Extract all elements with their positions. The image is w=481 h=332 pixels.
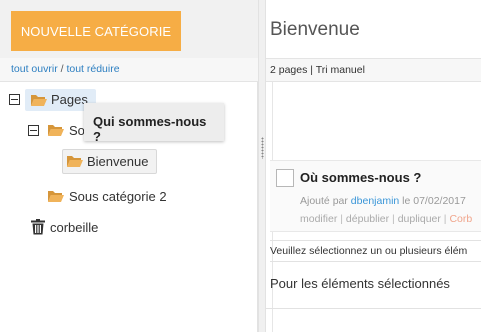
tree-node-corbeille-label[interactable]: corbeille — [50, 220, 98, 235]
tree-node-bienvenue-label: Bienvenue — [87, 154, 149, 169]
item-meta-date: le 07/02/2017 — [399, 195, 466, 207]
selection-message: Veuillez sélectionnez un ou plusieurs él… — [270, 240, 481, 262]
duplicate-action[interactable]: dupliquer — [398, 213, 441, 225]
divider — [266, 308, 481, 309]
item-title[interactable]: Où sommes-nous ? — [300, 170, 421, 185]
trash-icon — [31, 219, 45, 235]
item-checkbox[interactable] — [276, 169, 294, 187]
page-count-bar: 2 pages | Tri manuel — [266, 58, 481, 82]
splitter-grip[interactable] — [261, 137, 264, 159]
item-meta: Ajouté par dbenjamin le 07/02/2017 — [300, 195, 466, 207]
tree-panel-header: NOUVELLE CATÉGORIE — [0, 0, 258, 58]
node-tooltip: Qui sommes-nous ? — [84, 103, 224, 144]
item-actions: modifier | dépublier | dupliquer | Corb — [300, 213, 472, 225]
category-tree-panel: NOUVELLE CATÉGORIE tout ouvrir / tout ré… — [0, 0, 258, 332]
item-author-link[interactable]: dbenjamin — [351, 195, 399, 207]
list-item: Où sommes-nous ? Ajouté par dbenjamin le… — [270, 160, 481, 232]
page-title: Bienvenue — [270, 19, 360, 40]
action-separator: | — [389, 213, 398, 225]
action-separator: | — [337, 213, 346, 225]
open-folder-icon — [48, 191, 64, 202]
content-panel: Bienvenue 2 pages | Tri manuel Où sommes… — [266, 0, 481, 332]
tree-node-bienvenue[interactable]: Bienvenue — [62, 149, 157, 174]
edit-action[interactable]: modifier — [300, 213, 337, 225]
unpublish-action[interactable]: dépublier — [346, 213, 389, 225]
panel-splitter[interactable] — [258, 0, 266, 332]
open-folder-icon — [31, 95, 47, 106]
item-meta-prefix: Ajouté par — [300, 195, 351, 207]
open-folder-icon — [48, 125, 64, 136]
tree-node-sous-categorie-2-label[interactable]: Sous catégorie 2 — [69, 189, 167, 204]
collapse-toggle-pages[interactable] — [9, 94, 20, 105]
bulk-actions-heading: Pour les éléments sélectionnés — [270, 276, 450, 291]
cms-page-manager: NOUVELLE CATÉGORIE tout ouvrir / tout ré… — [0, 0, 481, 332]
collapse-all-link[interactable]: tout réduire — [66, 63, 119, 75]
open-all-link[interactable]: tout ouvrir — [11, 63, 58, 75]
trash-action[interactable]: Corb — [449, 213, 472, 225]
new-category-button[interactable]: NOUVELLE CATÉGORIE — [11, 11, 181, 51]
collapse-toggle-sous-categorie-1[interactable] — [28, 125, 39, 136]
tree-node-pages-label: Pages — [51, 92, 88, 107]
tree-expand-links: tout ouvrir / tout réduire — [0, 58, 258, 82]
tree-node-sous-categorie-1-label[interactable]: So — [69, 123, 85, 138]
open-folder-icon — [67, 156, 83, 167]
